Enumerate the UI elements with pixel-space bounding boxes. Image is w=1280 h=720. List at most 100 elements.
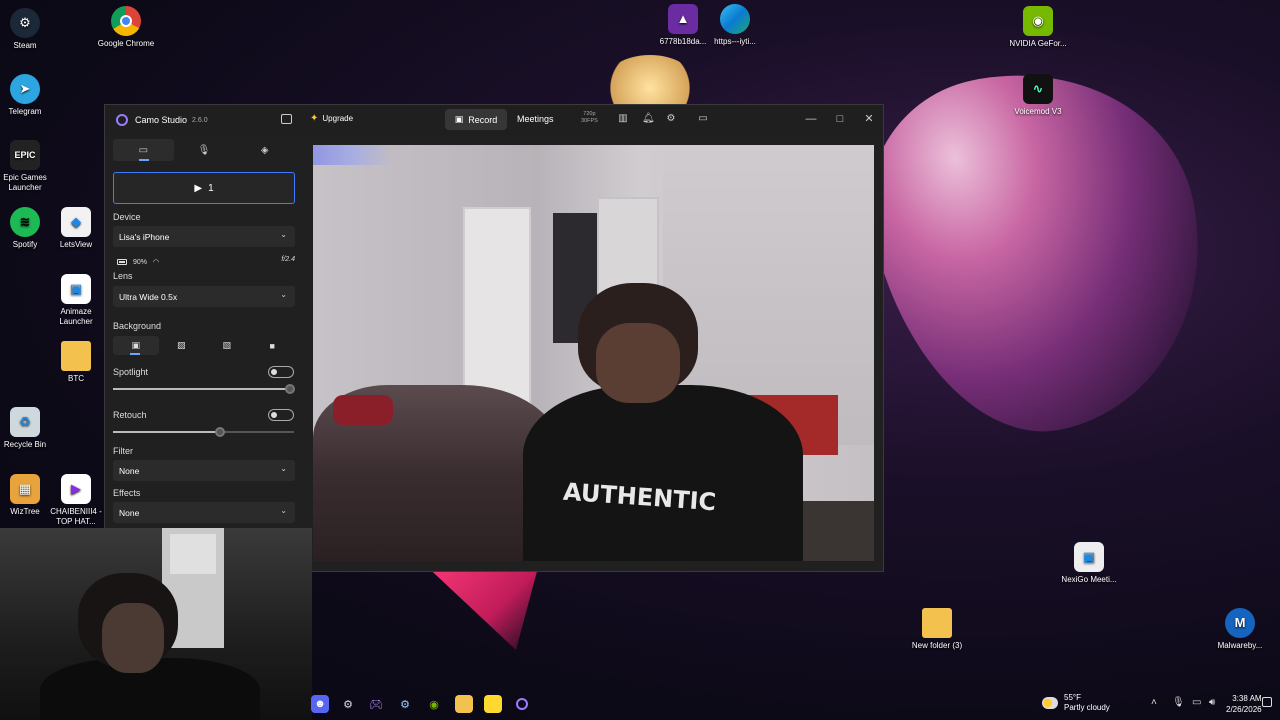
- wallpaper-shape-pink: [420, 560, 540, 650]
- background-blur-button[interactable]: ▨: [159, 336, 205, 355]
- camo-icon[interactable]: [513, 695, 531, 713]
- wifi-icon: ◠: [153, 259, 160, 266]
- microphone-icon[interactable]: 🎙︎: [1172, 697, 1185, 708]
- filter-dropdown[interactable]: None ⌄: [113, 460, 295, 481]
- settings-gear-icon[interactable]: ⚙: [665, 113, 677, 125]
- close-button[interactable]: ✕: [862, 112, 876, 126]
- spotlight-slider[interactable]: [113, 384, 296, 394]
- recycle-bin-icon: ♻: [10, 407, 40, 437]
- voicemod-icon: ∿: [1023, 74, 1053, 104]
- epic-games-icon: EPIC: [10, 140, 40, 170]
- malwarebytes-icon: M: [1225, 608, 1255, 638]
- sticky-notes-icon[interactable]: [484, 695, 502, 713]
- slider-knob[interactable]: [285, 384, 296, 394]
- spotify-icon: ≋: [10, 207, 40, 237]
- background-remove-button[interactable]: ▧: [204, 336, 250, 355]
- steam-icon: ⚙: [10, 8, 40, 38]
- settings-icon[interactable]: ⚙: [339, 695, 357, 713]
- person-icon: ▣: [131, 340, 140, 350]
- preview-door: [463, 207, 531, 407]
- background-none-button[interactable]: ▣: [113, 336, 159, 355]
- desktop-icon-malwarebytes[interactable]: M Malwareby...: [1210, 608, 1270, 651]
- desktop-icon-voicemod[interactable]: ∿ Voicemod V3: [1008, 74, 1068, 117]
- device-label: Device: [113, 212, 141, 222]
- camo-logo-icon: [116, 114, 128, 126]
- slider-fill: [113, 431, 220, 433]
- chrome-icon: [111, 6, 141, 36]
- desktop-icon-nvidia[interactable]: ◉ NVIDIA GeFor...: [1008, 6, 1068, 49]
- meetings-button[interactable]: Meetings: [517, 114, 554, 124]
- video-file-icon: ▶: [61, 474, 91, 504]
- preview-face: [596, 323, 680, 403]
- minimize-button[interactable]: —: [804, 112, 818, 126]
- clock-date: 2/26/2026: [1226, 705, 1262, 714]
- aperture-value: f/2.4: [281, 256, 295, 263]
- pip-icon[interactable]: ▭: [697, 113, 709, 125]
- retouch-toggle[interactable]: [268, 409, 294, 421]
- record-button[interactable]: ▣ Record: [445, 109, 507, 130]
- desktop-icon-btc[interactable]: BTC: [46, 341, 106, 384]
- tab-video[interactable]: ▭: [113, 139, 174, 161]
- display-icon[interactable]: ▭: [1192, 697, 1201, 708]
- wallpaper-shape-gold: [605, 55, 695, 110]
- desktop-icon-edge[interactable]: https---iyti...: [705, 4, 765, 47]
- resolution-indicator[interactable]: 720p 30FPS: [581, 111, 598, 125]
- letsview-icon: ◆: [61, 207, 91, 237]
- desktop-icon-image[interactable]: ▲ 6778b18da...: [653, 4, 713, 47]
- system-clock[interactable]: 3:38 AM 2/26/2026: [1226, 693, 1262, 715]
- discord-icon[interactable]: ☻: [311, 695, 329, 713]
- maximize-button[interactable]: □: [833, 112, 847, 126]
- desktop-icon-nexigo[interactable]: ▣ NexiGo Meeti...: [1059, 542, 1119, 585]
- tab-audio[interactable]: 🎙︎: [174, 139, 235, 161]
- file-explorer-icon[interactable]: [455, 695, 473, 713]
- chevron-down-icon: ⌄: [280, 230, 287, 239]
- animaze-icon: ▣: [61, 274, 91, 304]
- chevron-down-icon: ⌄: [280, 290, 287, 299]
- desktop-icon-recycle-bin[interactable]: ♻ Recycle Bin: [0, 407, 55, 450]
- slider-knob[interactable]: [214, 427, 225, 437]
- notification-icon[interactable]: [1262, 697, 1272, 707]
- camo-studio-window: Camo Studio 2.6.0 ✦ Upgrade ▣ Record Mee…: [104, 104, 884, 572]
- webcam-face: [102, 603, 164, 673]
- desktop-icon-animaze[interactable]: ▣ Animaze Launcher: [46, 274, 106, 327]
- wiztree-icon: ▦: [10, 474, 40, 504]
- notification-bell-icon[interactable]: 🔔︎: [642, 113, 655, 125]
- camera-source-button[interactable]: ▶ 1: [113, 172, 295, 204]
- nvidia-icon[interactable]: ◉: [425, 695, 443, 713]
- folder-icon: [61, 341, 91, 371]
- preview-pillow: [333, 395, 393, 425]
- desktop-icon-epic-games[interactable]: EPIC Epic Games Launcher: [0, 140, 55, 193]
- retouch-slider[interactable]: [113, 427, 294, 437]
- device-dropdown[interactable]: Lisa's iPhone ⌄: [113, 226, 295, 247]
- slider-fill: [113, 388, 291, 390]
- desktop-icon-letsview[interactable]: ◆ LetsView: [46, 207, 106, 250]
- split-view-icon[interactable]: ▥: [617, 113, 629, 125]
- volume-icon[interactable]: 🔊︎: [1209, 697, 1215, 708]
- nvidia-icon: ◉: [1023, 6, 1053, 36]
- desktop-icon-chrome[interactable]: Google Chrome: [96, 6, 156, 49]
- retouch-label: Retouch: [113, 410, 147, 420]
- sparkle-icon: ✦: [310, 113, 319, 124]
- video-camera-icon: ▭: [138, 144, 149, 156]
- chevron-up-icon[interactable]: ˄: [1151, 697, 1157, 708]
- partly-cloudy-icon: [1042, 697, 1058, 709]
- background-image-button[interactable]: ■: [250, 336, 296, 355]
- desktop-icon-steam[interactable]: ⚙ Steam: [0, 8, 55, 51]
- effects-dropdown[interactable]: None ⌄: [113, 502, 295, 523]
- weather-widget[interactable]: 55°F Partly cloudy: [1042, 693, 1110, 713]
- preview-shirt: [523, 385, 803, 561]
- chevron-down-icon: ⌄: [280, 464, 287, 473]
- tab-layers[interactable]: ◈: [234, 139, 295, 161]
- desktop-icon-telegram[interactable]: ➤ Telegram: [0, 74, 55, 117]
- record-icon: ▣: [454, 114, 464, 124]
- sidebar-toggle-icon[interactable]: [281, 114, 292, 124]
- steam-icon[interactable]: ⚙: [396, 695, 414, 713]
- lens-dropdown[interactable]: Ultra Wide 0.5x ⌄: [113, 286, 295, 307]
- webcam-door-panel: [170, 534, 216, 574]
- spotlight-toggle[interactable]: [268, 366, 294, 378]
- desktop-icon-video[interactable]: ▶ CHAIBENIII4 - TOP HAT...: [46, 474, 106, 527]
- desktop-icon-new-folder[interactable]: New folder (3): [907, 608, 967, 651]
- upgrade-button[interactable]: ✦ Upgrade: [310, 113, 353, 124]
- game-controller-icon[interactable]: 🎮︎: [367, 695, 385, 713]
- telegram-icon: ➤: [10, 74, 40, 104]
